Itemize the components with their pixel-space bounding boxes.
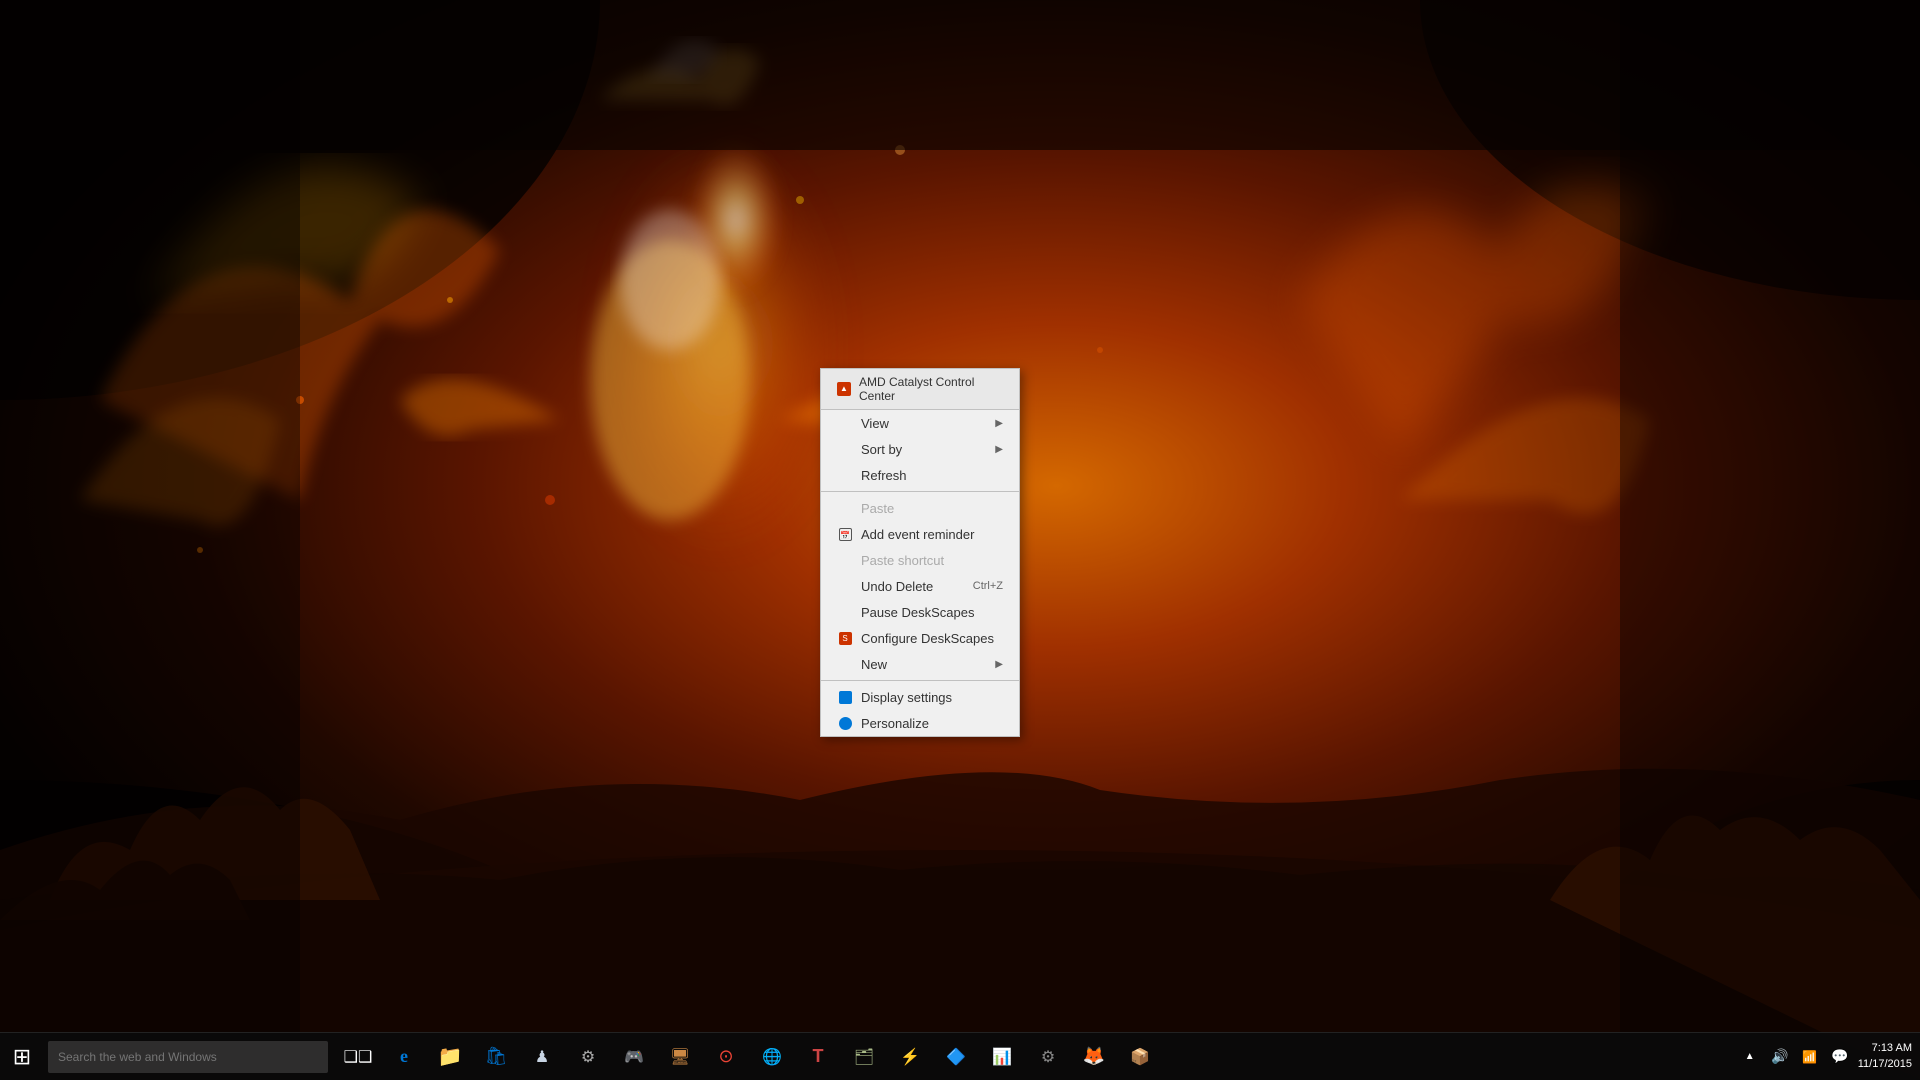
paste-shortcut-label: Paste shortcut bbox=[861, 553, 944, 568]
desktop: ▲ AMD Catalyst Control Center View ▶ Sor… bbox=[0, 0, 1920, 1080]
menu-item-paste-shortcut: Paste shortcut bbox=[821, 547, 1019, 573]
add-event-label: Add event reminder bbox=[861, 527, 974, 542]
taskbar: ⊞ ❑❑ e 📁 🛍 ♟ ⚙ 🎮 🖥 ⊙ 🌐 T 🗂 ⚡ 🔷 📊 bbox=[0, 1032, 1920, 1080]
tray-notifications[interactable]: 💬 bbox=[1828, 1045, 1852, 1069]
new-arrow: ▶ bbox=[995, 659, 1003, 670]
menu-item-refresh[interactable]: Refresh bbox=[821, 462, 1019, 488]
personalize-icon bbox=[837, 715, 853, 731]
menu-item-paste: Paste bbox=[821, 495, 1019, 521]
taskbar-icon-file-explorer[interactable]: 📁 bbox=[428, 1035, 472, 1079]
taskbar-icon-chrome[interactable]: ⊙ bbox=[704, 1035, 748, 1079]
tray-volume[interactable]: 🔊 bbox=[1768, 1045, 1792, 1069]
display-settings-icon bbox=[837, 689, 853, 705]
paste-icon bbox=[837, 500, 853, 516]
search-input[interactable] bbox=[48, 1041, 328, 1073]
tray-expand[interactable]: ▲ bbox=[1738, 1045, 1762, 1069]
taskbar-icon-steam[interactable]: ♟ bbox=[520, 1035, 564, 1079]
new-icon bbox=[837, 656, 853, 672]
taskbar-icon-app8[interactable]: 🖥 bbox=[658, 1035, 702, 1079]
clock-date: 11/17/2015 bbox=[1858, 1057, 1912, 1072]
menu-item-sort-by[interactable]: Sort by ▶ bbox=[821, 436, 1019, 462]
undo-delete-label: Undo Delete bbox=[861, 579, 933, 594]
display-settings-label: Display settings bbox=[861, 690, 952, 705]
personalize-label: Personalize bbox=[861, 716, 929, 731]
taskbar-icon-store[interactable]: 🛍 bbox=[474, 1035, 518, 1079]
taskbar-icon-firefox[interactable]: 🦊 bbox=[1072, 1035, 1116, 1079]
menu-item-add-event[interactable]: 📅 Add event reminder bbox=[821, 521, 1019, 547]
system-clock[interactable]: 7:13 AM 11/17/2015 bbox=[1858, 1041, 1912, 1072]
system-tray: ▲ 🔊 📶 💬 7:13 AM 11/17/2015 bbox=[1738, 1041, 1920, 1072]
taskbar-icon-textpad[interactable]: T bbox=[796, 1035, 840, 1079]
pause-icon bbox=[837, 604, 853, 620]
pause-deskscapes-label: Pause DeskScapes bbox=[861, 605, 974, 620]
menu-item-pause-deskscapes[interactable]: Pause DeskScapes bbox=[821, 599, 1019, 625]
taskbar-icon-app15[interactable]: 📊 bbox=[980, 1035, 1024, 1079]
view-icon bbox=[837, 415, 853, 431]
refresh-icon bbox=[837, 467, 853, 483]
refresh-label: Refresh bbox=[861, 468, 907, 483]
tray-network[interactable]: 📶 bbox=[1798, 1045, 1822, 1069]
menu-item-personalize[interactable]: Personalize bbox=[821, 710, 1019, 736]
configure-deskscapes-label: Configure DeskScapes bbox=[861, 631, 994, 646]
sort-arrow: ▶ bbox=[995, 444, 1003, 455]
taskbar-icon-app16[interactable]: ⚙ bbox=[1026, 1035, 1070, 1079]
context-menu: ▲ AMD Catalyst Control Center View ▶ Sor… bbox=[820, 368, 1020, 737]
taskbar-icon-app12[interactable]: 🗂 bbox=[842, 1035, 886, 1079]
separator-1 bbox=[821, 491, 1019, 492]
view-label: View bbox=[861, 416, 889, 431]
sort-icon bbox=[837, 441, 853, 457]
event-icon: 📅 bbox=[837, 526, 853, 542]
paste-label: Paste bbox=[861, 501, 894, 516]
start-button[interactable]: ⊞ bbox=[0, 1035, 44, 1079]
taskbar-icon-app6[interactable]: ⚙ bbox=[566, 1035, 610, 1079]
undo-icon bbox=[837, 578, 853, 594]
undo-shortcut: Ctrl+Z bbox=[973, 580, 1003, 592]
new-label: New bbox=[861, 657, 887, 672]
clock-time: 7:13 AM bbox=[1858, 1041, 1912, 1056]
menu-item-view[interactable]: View ▶ bbox=[821, 410, 1019, 436]
menu-item-undo-delete[interactable]: Undo Delete Ctrl+Z bbox=[821, 573, 1019, 599]
taskbar-icon-app10[interactable]: 🌐 bbox=[750, 1035, 794, 1079]
taskbar-icon-app13[interactable]: ⚡ bbox=[888, 1035, 932, 1079]
taskbar-icon-task-view[interactable]: ❑❑ bbox=[336, 1035, 380, 1079]
menu-item-configure-deskscapes[interactable]: S Configure DeskScapes bbox=[821, 625, 1019, 651]
menu-item-display-settings[interactable]: Display settings bbox=[821, 684, 1019, 710]
taskbar-icon-app7[interactable]: 🎮 bbox=[612, 1035, 656, 1079]
sort-by-label: Sort by bbox=[861, 442, 902, 457]
context-menu-header: ▲ AMD Catalyst Control Center bbox=[821, 369, 1019, 410]
taskbar-icon-app14[interactable]: 🔷 bbox=[934, 1035, 978, 1079]
amd-icon: ▲ bbox=[837, 382, 851, 396]
paste-shortcut-icon bbox=[837, 552, 853, 568]
view-arrow: ▶ bbox=[995, 418, 1003, 429]
taskbar-icons: ❑❑ e 📁 🛍 ♟ ⚙ 🎮 🖥 ⊙ 🌐 T 🗂 ⚡ 🔷 📊 ⚙ 🦊 📦 bbox=[336, 1035, 1162, 1079]
context-menu-title: AMD Catalyst Control Center bbox=[859, 375, 1003, 403]
deskscapes-icon: S bbox=[837, 630, 853, 646]
separator-2 bbox=[821, 680, 1019, 681]
menu-item-new[interactable]: New ▶ bbox=[821, 651, 1019, 677]
taskbar-icon-edge[interactable]: e bbox=[382, 1035, 426, 1079]
taskbar-icon-app18[interactable]: 📦 bbox=[1118, 1035, 1162, 1079]
